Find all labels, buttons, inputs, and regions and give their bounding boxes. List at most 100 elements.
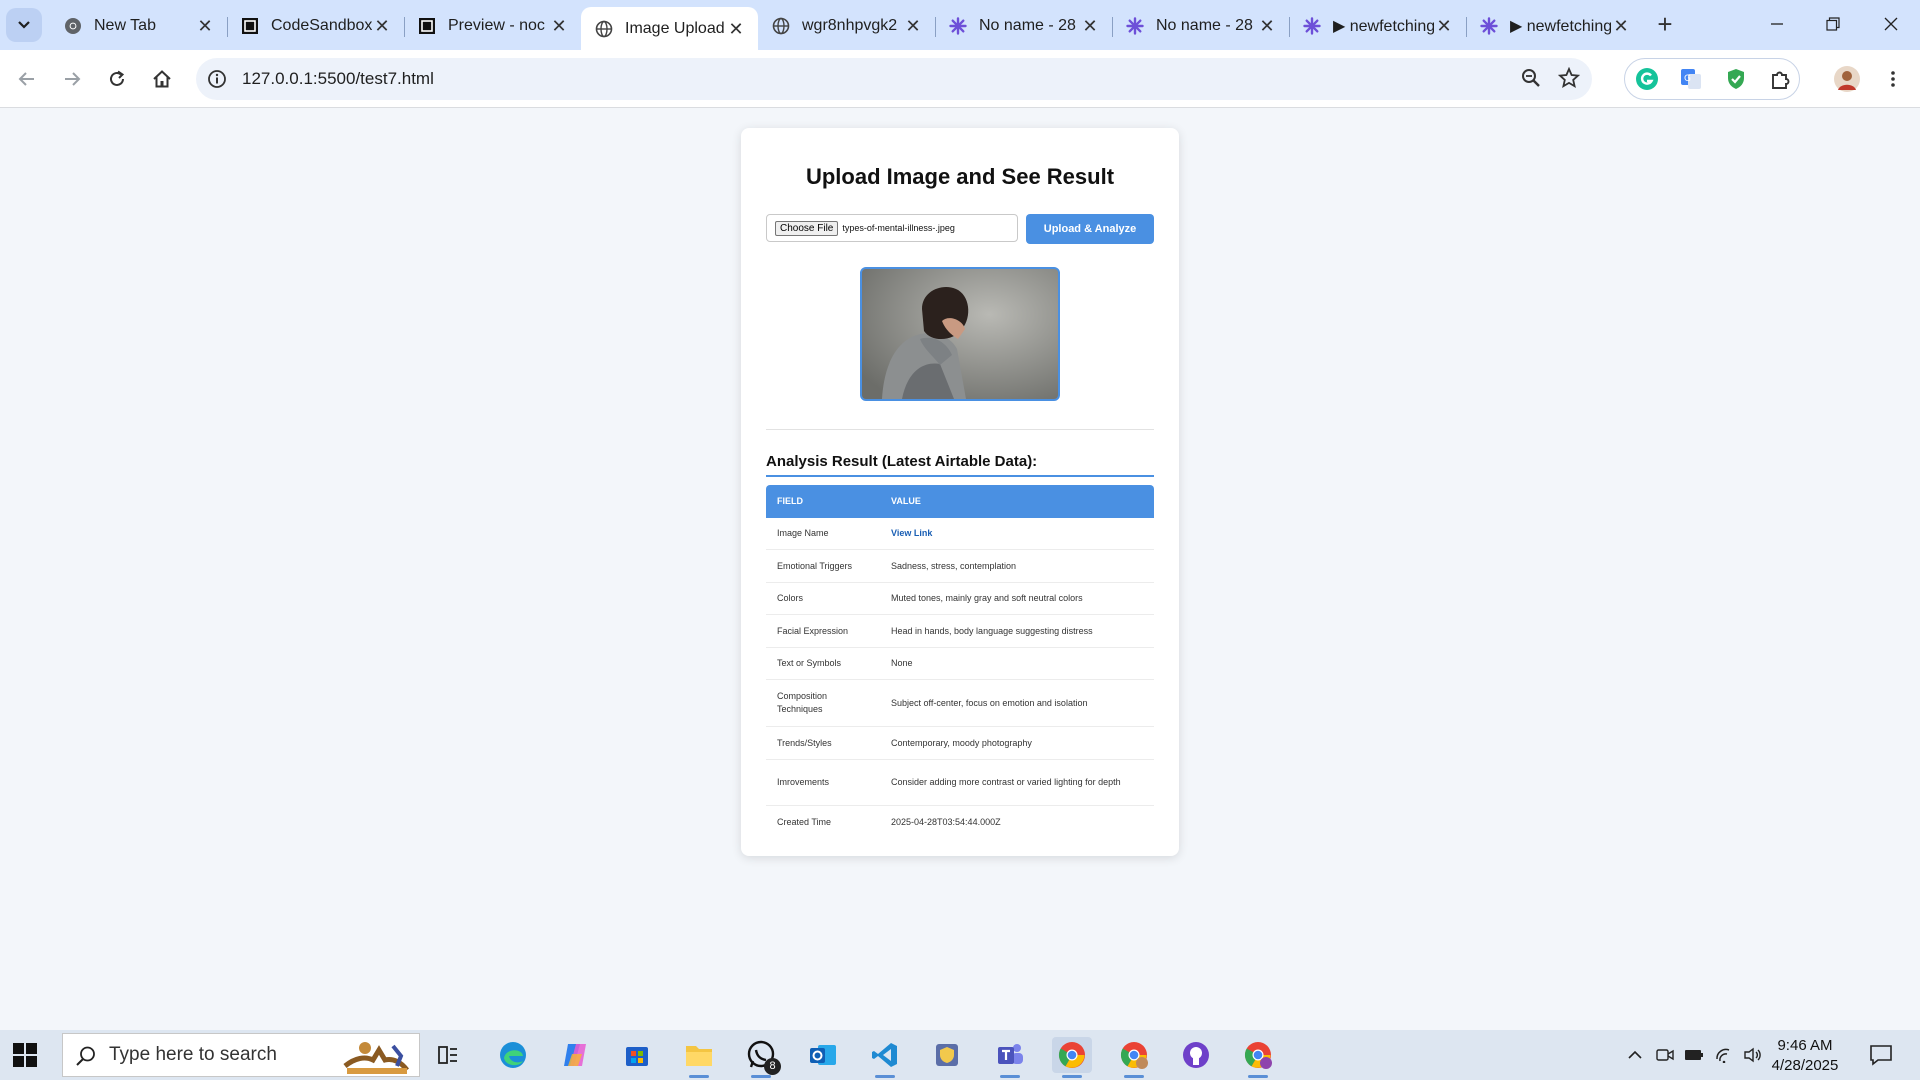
- meet-now-icon[interactable]: [1654, 1045, 1676, 1065]
- tab-search-button[interactable]: [6, 8, 42, 42]
- codesandbox-icon: [241, 17, 259, 35]
- clock-time: 9:46 AM: [1777, 1037, 1833, 1054]
- close-icon[interactable]: ✕: [903, 16, 923, 36]
- tab-codesandbox[interactable]: CodeSandbox ✕: [227, 7, 405, 44]
- forward-button[interactable]: [55, 62, 89, 96]
- make-icon: [1126, 16, 1144, 35]
- wifi-icon[interactable]: [1714, 1045, 1736, 1065]
- grammarly-icon[interactable]: [1632, 64, 1662, 94]
- zoom-icon[interactable]: [1520, 67, 1542, 94]
- outlook-icon: [810, 1045, 836, 1065]
- tab-strip: New Tab ✕ CodeSandbox ✕ Preview - noc ✕ …: [0, 0, 1920, 50]
- address-bar[interactable]: 127.0.0.1:5500/test7.html: [196, 58, 1592, 100]
- start-button[interactable]: [12, 1042, 38, 1068]
- close-window-button[interactable]: [1868, 8, 1914, 40]
- chrome-icon: [1244, 1042, 1272, 1069]
- running-indicator: [875, 1075, 895, 1078]
- taskbar-whatsapp[interactable]: 8: [741, 1037, 781, 1078]
- back-arrow-icon: [18, 72, 34, 86]
- back-button[interactable]: [10, 62, 44, 96]
- minimize-button[interactable]: [1754, 8, 1800, 40]
- tab-newfetching-2[interactable]: ▶ newfetching ✕: [1466, 7, 1643, 44]
- close-icon[interactable]: ✕: [1080, 16, 1100, 36]
- store-icon: [626, 1047, 648, 1066]
- taskbar-chrome-profile[interactable]: [1114, 1037, 1154, 1078]
- tab-no-name-2[interactable]: No name - 28 ✕: [1112, 7, 1290, 44]
- close-icon[interactable]: ✕: [1611, 16, 1631, 36]
- notifications-button[interactable]: [1868, 1043, 1894, 1067]
- search-placeholder: Type here to search: [109, 1044, 277, 1065]
- plus-icon: +: [1657, 9, 1673, 39]
- restore-button[interactable]: [1810, 8, 1856, 40]
- google-translate-icon[interactable]: G: [1676, 64, 1706, 94]
- taskbar-file-explorer[interactable]: [679, 1037, 719, 1078]
- close-icon[interactable]: ✕: [1257, 16, 1277, 36]
- more-menu-icon[interactable]: [1878, 64, 1908, 94]
- minimize-icon: [1771, 23, 1783, 25]
- close-icon[interactable]: ✕: [195, 16, 215, 36]
- shield-app-icon: [936, 1044, 958, 1066]
- row-field: Facial Expression: [777, 625, 849, 636]
- task-view-icon: [438, 1046, 457, 1064]
- close-icon[interactable]: ✕: [549, 16, 569, 36]
- taskbar-chrome-active[interactable]: [1052, 1037, 1092, 1078]
- codesandbox-icon: [418, 17, 436, 35]
- table-row: Emotional Triggers Sadness, stress, cont…: [766, 550, 1154, 583]
- upload-analyze-button[interactable]: Upload & Analyze: [1026, 214, 1154, 244]
- taskbar-chrome-profile-2[interactable]: [1238, 1037, 1278, 1078]
- tab-title: wgr8nhpvgk2: [802, 16, 898, 34]
- taskbar-outlook[interactable]: [803, 1037, 843, 1073]
- new-tab-button[interactable]: +: [1650, 10, 1680, 40]
- tab-preview[interactable]: Preview - noc ✕: [404, 7, 582, 44]
- file-input[interactable]: Choose File types-of-mental-illness-.jpe…: [766, 214, 1018, 242]
- table-row: Created Time 2025-04-28T03:54:44.000Z: [766, 806, 1154, 838]
- choose-file-button[interactable]: Choose File: [775, 220, 839, 236]
- row-value: Sadness, stress, contemplation: [891, 560, 1017, 571]
- close-icon[interactable]: ✕: [372, 16, 392, 36]
- header-field: FIELD: [777, 496, 803, 506]
- site-info-icon[interactable]: [204, 66, 230, 92]
- home-button[interactable]: [145, 62, 179, 96]
- extensions-puzzle-icon[interactable]: [1766, 64, 1796, 94]
- chrome-icon: [1120, 1042, 1148, 1069]
- edge-icon: [500, 1042, 526, 1068]
- tab-new-tab[interactable]: New Tab ✕: [50, 7, 228, 44]
- row-field: Created Time: [777, 816, 832, 827]
- bookmark-star-icon[interactable]: [1557, 66, 1581, 94]
- taskbar-app-shield[interactable]: [927, 1037, 967, 1073]
- taskbar-edge[interactable]: [493, 1037, 533, 1073]
- taskbar-teams[interactable]: [990, 1037, 1030, 1078]
- row-value: Contemporary, moody photography: [891, 737, 1032, 748]
- shield-icon[interactable]: [1721, 64, 1751, 94]
- tab-wgr8nhpvgk2[interactable]: wgr8nhpvgk2 ✕: [758, 7, 936, 44]
- task-view-button[interactable]: [428, 1037, 468, 1073]
- tab-newfetching-1[interactable]: ▶ newfetching ✕: [1289, 7, 1467, 44]
- running-indicator: [1248, 1075, 1268, 1078]
- tab-no-name-1[interactable]: No name - 28 ✕: [935, 7, 1113, 44]
- github-icon: [1183, 1042, 1209, 1068]
- taskbar-github[interactable]: [1176, 1037, 1216, 1073]
- show-hidden-icons[interactable]: [1624, 1045, 1646, 1065]
- reload-button[interactable]: [100, 62, 134, 96]
- tab-list: New Tab ✕ CodeSandbox ✕ Preview - noc ✕ …: [50, 7, 1643, 50]
- close-icon[interactable]: ✕: [726, 19, 746, 39]
- copilot-icon: [564, 1044, 586, 1066]
- result-table: FIELD VALUE Image Name View Link Emotion…: [766, 485, 1154, 838]
- taskbar-search[interactable]: Type here to search: [62, 1033, 420, 1077]
- battery-icon[interactable]: [1683, 1045, 1705, 1065]
- tab-image-upload[interactable]: Image Upload ✕: [581, 7, 758, 50]
- table-row: Colors Muted tones, mainly gray and soft…: [766, 583, 1154, 615]
- clock[interactable]: 9:46 AM 4/28/2025: [1760, 1036, 1850, 1076]
- taskbar-copilot[interactable]: [555, 1037, 595, 1073]
- view-link[interactable]: View Link: [891, 527, 1154, 540]
- taskbar-store[interactable]: [617, 1037, 657, 1073]
- profile-avatar[interactable]: [1832, 64, 1862, 94]
- chevron-down-icon: [18, 21, 30, 29]
- taskbar-vscode[interactable]: [865, 1037, 905, 1078]
- close-icon[interactable]: ✕: [1434, 16, 1454, 36]
- result-title: Analysis Result (Latest Airtable Data):: [766, 453, 1038, 470]
- row-field: Image Name: [777, 528, 829, 538]
- url-text[interactable]: 127.0.0.1:5500/test7.html: [242, 69, 434, 89]
- folder-icon: [686, 1046, 712, 1066]
- tab-title: ▶ newfetching: [1333, 17, 1434, 35]
